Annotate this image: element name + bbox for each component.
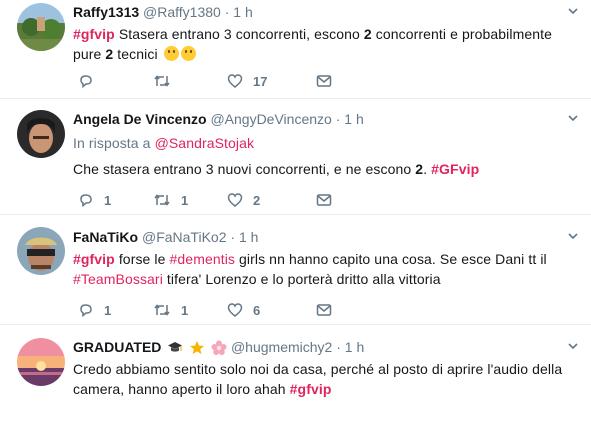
- tweet-header: GRADUATED @hugmemichy2 · 1 h: [73, 338, 571, 356]
- retweet-count: 1: [181, 192, 189, 208]
- chevron-down-icon[interactable]: [568, 341, 578, 351]
- timestamp[interactable]: 1 h: [345, 339, 364, 355]
- reply-count: 1: [104, 192, 112, 208]
- user-handle[interactable]: @AngyDeVincenzo: [210, 111, 331, 127]
- message-icon: [316, 194, 332, 206]
- like-button[interactable]: 17: [227, 73, 267, 89]
- hashtag-link[interactable]: #gfvip: [73, 251, 115, 267]
- chevron-down-icon[interactable]: [568, 6, 578, 16]
- chevron-down-icon[interactable]: [568, 113, 578, 123]
- text-fragment: tecnici: [113, 46, 162, 62]
- like-icon: [227, 74, 243, 88]
- hashtag-link[interactable]: #TeamBossari: [73, 271, 163, 287]
- tweet-text: #gfvip forse le #dementis girls nn hanno…: [73, 249, 571, 289]
- retweet-button[interactable]: 1: [153, 192, 188, 208]
- tweet-feed: Raffy1313 @Raffy1380 · 1 h #gfvip Staser…: [0, 0, 591, 433]
- user-handle[interactable]: @hugmemichy2: [231, 339, 332, 355]
- tweet-actions: 1 1 6: [73, 302, 373, 318]
- display-name[interactable]: FaNaTiKo: [73, 229, 138, 245]
- separator: ·: [230, 229, 236, 245]
- retweet-icon: [154, 75, 170, 87]
- reply-prefix: In risposta a: [73, 135, 155, 151]
- smiley-emoji: [180, 46, 196, 61]
- text-bold: 2: [363, 26, 372, 42]
- message-icon: [316, 75, 332, 87]
- message-button[interactable]: [316, 192, 332, 208]
- display-name[interactable]: GRADUATED: [73, 339, 161, 355]
- tweet-text: Credo abbiamo sentito solo noi da casa, …: [73, 359, 571, 399]
- display-name[interactable]: Raffy1313: [73, 4, 139, 20]
- display-name[interactable]: Angela De Vincenzo: [73, 111, 207, 127]
- avatar[interactable]: [17, 227, 65, 275]
- retweet-button[interactable]: [153, 73, 181, 89]
- smiley-emoji: [163, 46, 179, 61]
- tweet[interactable]: Angela De Vincenzo @AngyDeVincenzo · 1 h…: [0, 99, 591, 215]
- text-bold: 2: [415, 161, 424, 177]
- reply-button[interactable]: 1: [78, 302, 111, 318]
- graduation-cap-icon: [168, 342, 183, 352]
- message-icon: [316, 304, 332, 316]
- flower-icon: [211, 340, 227, 355]
- message-button[interactable]: [316, 302, 332, 318]
- like-count: 2: [253, 192, 261, 208]
- avatar[interactable]: [17, 338, 65, 386]
- text-fragment: tifera' Lorenzo e lo porterà dritto alla…: [162, 271, 441, 287]
- chevron-down-icon[interactable]: [568, 231, 578, 241]
- tweet[interactable]: GRADUATED @hugmemichy2 · 1 h Credo abbia…: [0, 325, 591, 445]
- like-icon: [227, 193, 243, 207]
- like-button[interactable]: 6: [227, 302, 260, 318]
- text-fragment: .: [423, 161, 432, 177]
- separator: ·: [224, 4, 230, 20]
- tweet-header: Raffy1313 @Raffy1380 · 1 h: [73, 3, 571, 21]
- star-icon: [190, 341, 205, 354]
- timestamp[interactable]: 1 h: [233, 4, 252, 20]
- message-button[interactable]: [316, 73, 332, 89]
- timestamp[interactable]: 1 h: [239, 229, 258, 245]
- separator: ·: [336, 339, 341, 355]
- text-fragment: Che stasera entrano 3 nuovi concorrenti,…: [73, 161, 416, 177]
- reply-button[interactable]: 1: [78, 192, 111, 208]
- reply-icon: [80, 75, 92, 89]
- tweet[interactable]: Raffy1313 @Raffy1380 · 1 h #gfvip Staser…: [0, 0, 591, 99]
- tweet[interactable]: FaNaTiKo @FaNaTiKo2 · 1 h #gfvip forse l…: [0, 215, 591, 325]
- like-button[interactable]: 2: [227, 192, 260, 208]
- tweet-header: Angela De Vincenzo @AngyDeVincenzo · 1 h: [73, 110, 571, 128]
- separator: ·: [335, 111, 341, 127]
- reply-context: In risposta a @SandraStojak: [73, 133, 571, 153]
- avatar[interactable]: [17, 3, 65, 51]
- hashtag-link[interactable]: #GFvip: [431, 161, 479, 177]
- mention-link[interactable]: @SandraStojak: [155, 135, 255, 151]
- hashtag-link[interactable]: #gfvip: [290, 381, 332, 397]
- reply-count: 1: [104, 302, 112, 318]
- like-count: 6: [253, 302, 261, 318]
- like-count: 17: [253, 73, 268, 89]
- text-fragment: forse le: [114, 251, 170, 267]
- user-handle[interactable]: @Raffy1380: [143, 4, 221, 20]
- tweet-actions: 17: [73, 73, 373, 89]
- reply-icon: [80, 304, 92, 318]
- hashtag-link[interactable]: #gfvip: [73, 26, 115, 42]
- tweet-text: Che stasera entrano 3 nuovi concorrenti,…: [73, 159, 571, 179]
- tweet-header: FaNaTiKo @FaNaTiKo2 · 1 h: [73, 228, 571, 246]
- timestamp[interactable]: 1 h: [344, 111, 363, 127]
- retweet-button[interactable]: 1: [153, 302, 188, 318]
- retweet-icon: [154, 194, 170, 206]
- text-fragment: Stasera entrano 3 concorrenti, escono: [114, 26, 364, 42]
- retweet-count: 1: [181, 302, 189, 318]
- avatar[interactable]: [17, 110, 65, 158]
- tweet-text: #gfvip Stasera entrano 3 concorrenti, es…: [73, 24, 571, 64]
- hashtag-link[interactable]: #dementis: [170, 251, 236, 267]
- like-icon: [227, 303, 243, 317]
- text-fragment: girls nn hanno capito una cosa. Se esce …: [235, 251, 547, 267]
- user-handle[interactable]: @FaNaTiKo2: [142, 229, 227, 245]
- reply-icon: [80, 194, 92, 208]
- reply-button[interactable]: [78, 73, 104, 89]
- retweet-icon: [154, 304, 170, 316]
- tweet-actions: 1 1 2: [73, 192, 373, 208]
